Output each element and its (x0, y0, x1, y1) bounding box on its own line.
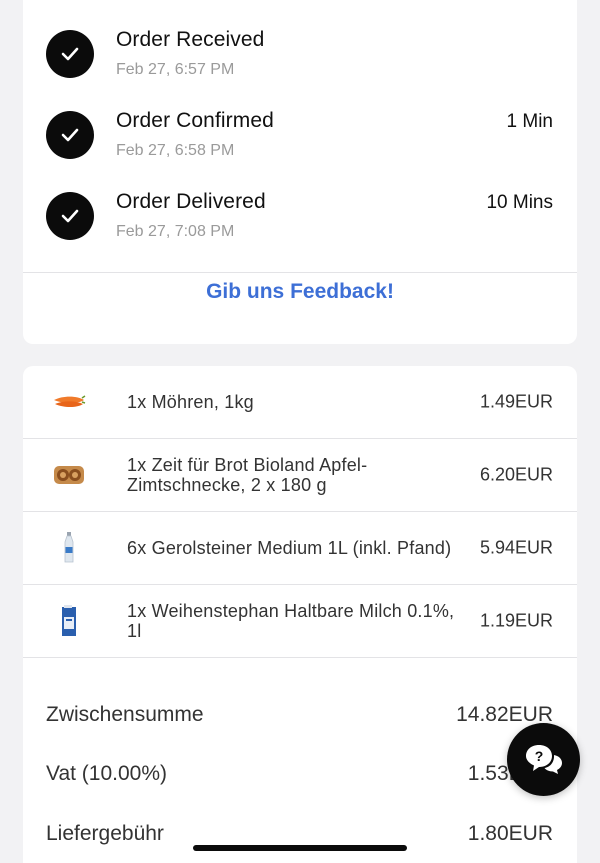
pastry-icon (49, 458, 89, 492)
item-name: 1x Möhren, 1kg (127, 392, 254, 412)
help-chat-button[interactable]: ? (507, 723, 580, 796)
feedback-link[interactable]: Gib uns Feedback! (23, 280, 577, 304)
status-step-delivered: Order Delivered Feb 27, 7:08 PM 10 Mins (23, 190, 577, 262)
vat-label: Vat (10.00%) (46, 762, 168, 785)
status-step-confirmed: Order Confirmed Feb 27, 6:58 PM 1 Min (23, 109, 577, 181)
home-indicator (193, 845, 407, 851)
list-item: 6x Gerolsteiner Medium 1L (inkl. Pfand) … (23, 512, 577, 585)
list-item: 1x Weihenstephan Haltbare Milch 0.1%, 1l… (23, 585, 577, 658)
milk-carton-icon (49, 604, 89, 638)
status-time: Feb 27, 7:08 PM (116, 223, 235, 240)
divider (23, 272, 577, 273)
status-time: Feb 27, 6:58 PM (116, 142, 235, 159)
status-title: Order Confirmed (116, 109, 274, 132)
status-duration: 10 Mins (486, 192, 553, 213)
delivery-fee-label: Liefergebühr (46, 822, 164, 845)
vat-row: Vat (10.00%) 1.53EUR (23, 762, 577, 792)
item-name: 1x Weihenstephan Haltbare Milch 0.1%, 1l (127, 601, 455, 641)
item-price: 6.20EUR (479, 464, 553, 485)
subtotal-row: Zwischensumme 14.82EUR (23, 703, 577, 733)
item-name: 1x Zeit für Brot Bioland Apfel-Zimtschne… (127, 455, 368, 495)
svg-text:?: ? (534, 748, 543, 764)
order-items-card: 1x Möhren, 1kg 1.49EUR 1x Zeit für Brot … (23, 366, 577, 863)
status-time: Feb 27, 6:57 PM (116, 61, 235, 78)
list-item: 1x Zeit für Brot Bioland Apfel-Zimtschne… (23, 439, 577, 512)
help-chat-icon: ? (525, 744, 562, 774)
check-circle-icon (46, 30, 94, 78)
check-circle-icon (46, 111, 94, 159)
status-title: Order Received (116, 28, 265, 51)
carrot-icon (49, 385, 89, 419)
item-price: 1.19EUR (479, 610, 553, 631)
delivery-fee-value: 1.80EUR (467, 822, 553, 845)
item-price: 5.94EUR (479, 537, 553, 558)
item-price: 1.49EUR (479, 391, 553, 412)
water-bottle-icon (49, 531, 89, 565)
status-title: Order Delivered (116, 190, 266, 213)
list-item: 1x Möhren, 1kg 1.49EUR (23, 366, 577, 439)
status-duration: 1 Min (506, 111, 553, 132)
order-status-card: Order Received Feb 27, 6:57 PM Order Con… (23, 0, 577, 344)
status-step-received: Order Received Feb 27, 6:57 PM (23, 28, 577, 100)
check-circle-icon (46, 192, 94, 240)
item-name: 6x Gerolsteiner Medium 1L (inkl. Pfand) (127, 538, 452, 558)
subtotal-label: Zwischensumme (46, 703, 204, 726)
